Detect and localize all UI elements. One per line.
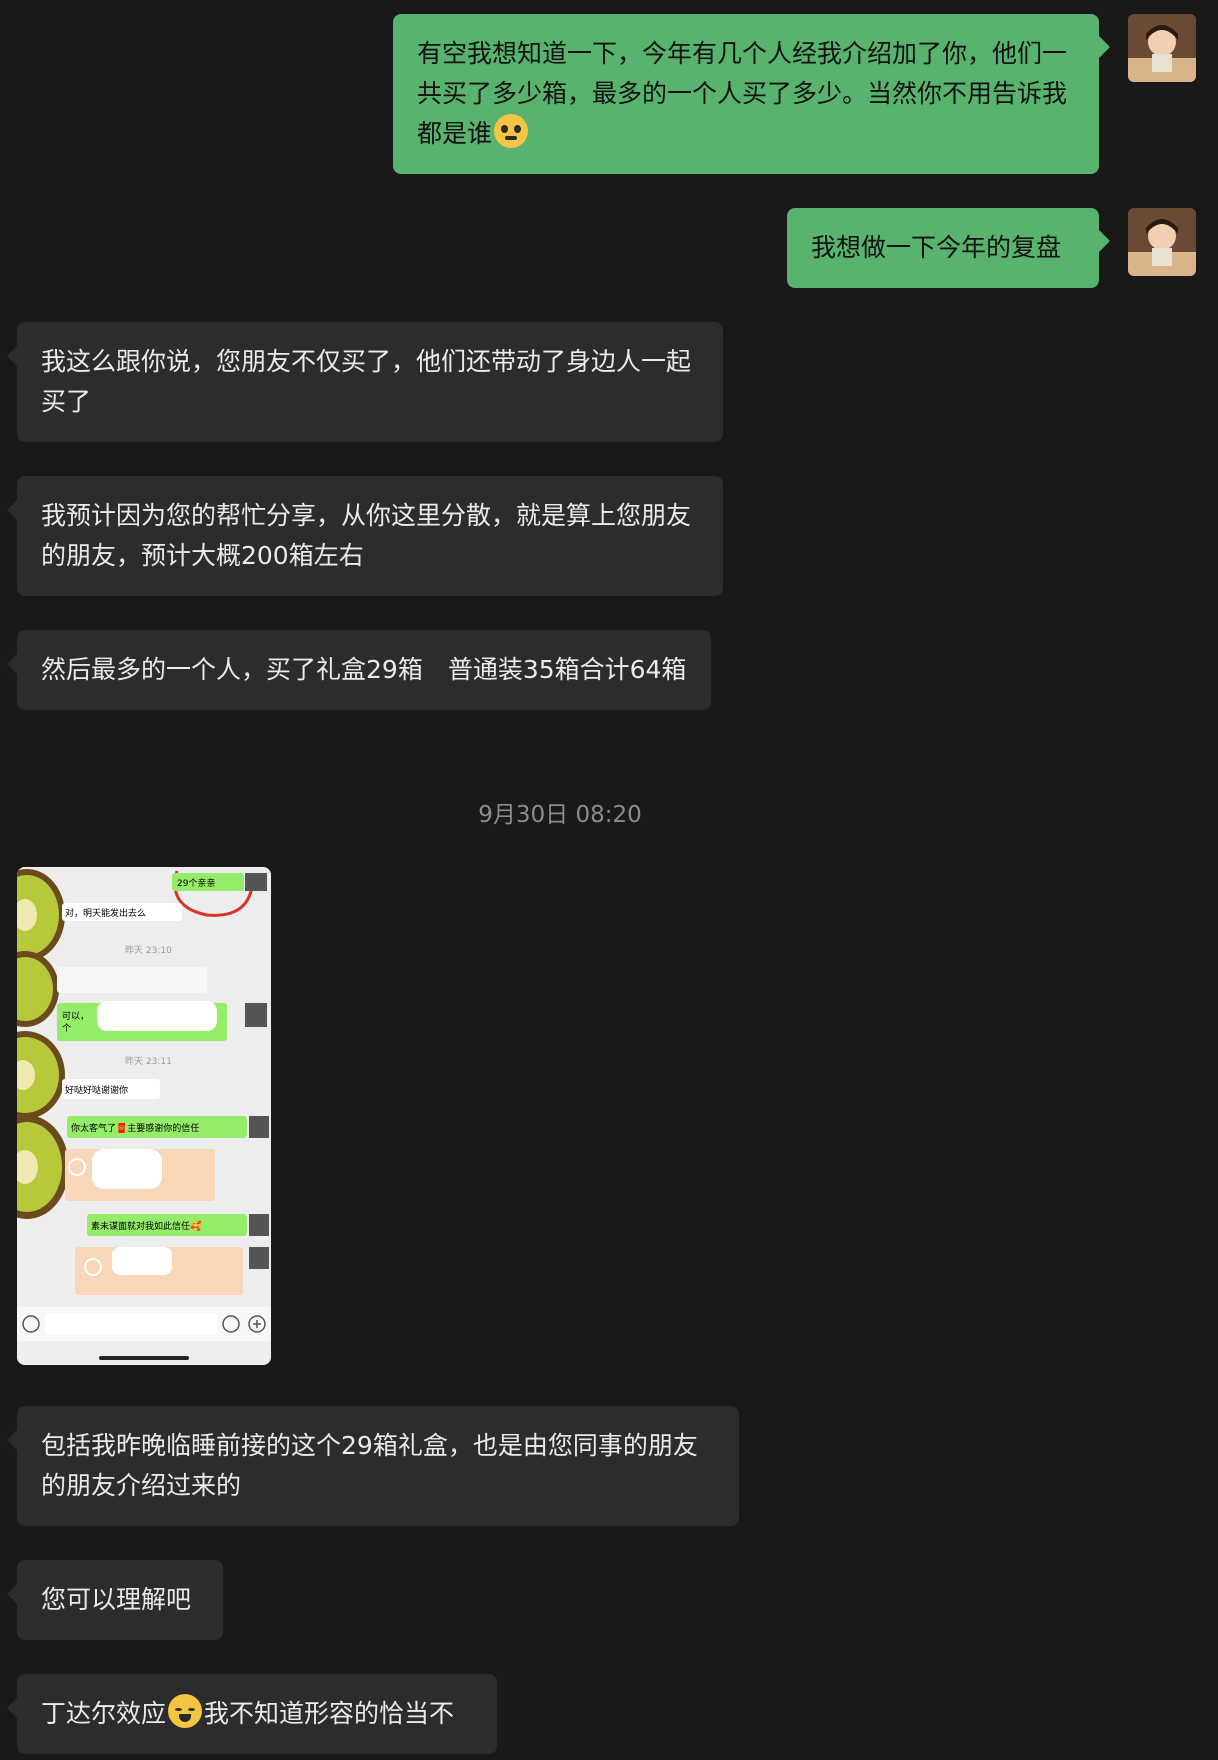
incoming-message[interactable]: 您可以理解吧 xyxy=(7,1560,223,1640)
screenshot-text: 29个亲亲 xyxy=(177,877,215,889)
user-avatar[interactable] xyxy=(1128,14,1196,82)
message-text: 我预计因为您的帮忙分享，从你这里分散，就是算上您朋友的朋友，预计大概200箱左右 xyxy=(41,501,692,570)
screenshot-text: 你太客气了🧧主要感谢你的信任 xyxy=(71,1122,199,1134)
incoming-message[interactable]: 然后最多的一个人，买了礼盒29箱 普通装35箱合计64箱 xyxy=(7,630,711,710)
incoming-message[interactable]: 我预计因为您的帮忙分享，从你这里分散，就是算上您朋友的朋友，预计大概200箱左右 xyxy=(7,476,723,596)
screenshot-text: 个 xyxy=(62,1023,71,1034)
outgoing-message[interactable]: 我想做一下今年的复盘 xyxy=(787,208,1110,288)
screenshot-text: 昨天 23:10 xyxy=(125,944,172,956)
screenshot-text: 可以， xyxy=(62,1011,89,1022)
incoming-message[interactable]: 包括我昨晚临睡前接的这个29箱礼盒，也是由您同事的朋友的朋友介绍过来的 xyxy=(7,1406,739,1526)
message-text: 我这么跟你说，您朋友不仅买了，他们还带动了身边人一起买了 xyxy=(41,347,692,416)
message-text: 丁达尔效应 xyxy=(41,1699,167,1728)
screenshot-text: 素未谋面就对我如此信任🥰 xyxy=(91,1220,201,1232)
user-avatar[interactable] xyxy=(1128,208,1196,276)
timestamp: 9月30日 08:20 xyxy=(478,802,642,828)
smiling-face-icon xyxy=(494,114,529,148)
message-text: 我不知道形容的恰当不 xyxy=(204,1699,455,1728)
chat-screenshot-image: 29个亲亲 对，明天能发出去么 昨天 23:10 可以， 个 昨天 23:11 … xyxy=(17,867,271,1365)
screenshot-text: 好哒好哒谢谢你 xyxy=(65,1084,128,1096)
message-text: 您可以理解吧 xyxy=(41,1585,192,1614)
screenshot-text: 对，明天能发出去么 xyxy=(65,907,146,919)
screenshot-text: 昨天 23:11 xyxy=(125,1055,172,1067)
message-text: 包括我昨晚临睡前接的这个29箱礼盒，也是由您同事的朋友的朋友介绍过来的 xyxy=(41,1431,698,1500)
incoming-message[interactable]: 丁达尔效应 我不知道形容的恰当不 xyxy=(7,1674,497,1754)
message-text: 然后最多的一个人，买了礼盒29箱 普通装35箱合计64箱 xyxy=(41,655,687,684)
message-text: 我想做一下今年的复盘 xyxy=(811,233,1062,262)
laughing-tears-face-icon xyxy=(168,1694,203,1728)
image-message[interactable]: 29个亲亲 对，明天能发出去么 昨天 23:10 可以， 个 昨天 23:11 … xyxy=(17,867,271,1365)
outgoing-message[interactable]: 有空我想知道一下，今年有几个人经我介绍加了你，他们一共买了多少箱，最多的一个人买… xyxy=(393,14,1110,174)
incoming-message[interactable]: 我这么跟你说，您朋友不仅买了，他们还带动了身边人一起买了 xyxy=(7,322,723,442)
